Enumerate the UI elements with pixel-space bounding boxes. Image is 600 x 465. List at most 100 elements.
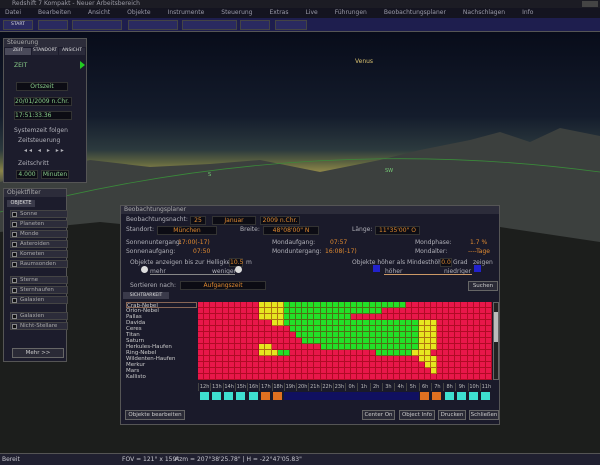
center-on-button[interactable]: Center On — [362, 410, 395, 420]
checkbox[interactable] — [12, 212, 17, 217]
filter-3[interactable]: Asteroiden — [10, 240, 68, 248]
checkbox[interactable] — [12, 324, 17, 329]
hoehe-field[interactable]: 0.0 — [440, 258, 452, 267]
year-select[interactable]: 2009 n.Chr. — [260, 216, 300, 225]
mu-value: 16:08(-17) — [325, 248, 357, 255]
menu-item-5[interactable]: Steuerung — [221, 9, 252, 16]
status-fov: FOV = 121° x 159° — [122, 456, 180, 463]
tab-ansicht[interactable]: ANSICHT — [59, 48, 85, 55]
breite-field[interactable]: 48°08'00" N — [263, 226, 319, 235]
filter-4[interactable]: Kometen — [10, 250, 68, 258]
menu-item-11[interactable]: Info — [522, 9, 533, 16]
checkbox[interactable] — [12, 242, 17, 247]
menu-bar: Datei Bearbeiten Ansicht Objekte Instrumente… — [0, 8, 600, 18]
filter-10[interactable]: Nicht-Stellare — [10, 322, 68, 330]
filter-2[interactable]: Monde — [10, 230, 68, 238]
view-buttons[interactable] — [72, 20, 122, 30]
planer-title: Beobachtungsplaner — [121, 206, 499, 214]
drucken-button[interactable]: Drucken — [438, 410, 466, 420]
filter-9[interactable]: Galaxien — [10, 312, 68, 320]
menu-item-6[interactable]: Extras — [270, 9, 289, 16]
objektfilter-panel: Objektfilter OBJEKTE Mehr >> Sonne Planet… — [3, 188, 68, 362]
hoehe-slider[interactable] — [384, 274, 472, 275]
tab-zeit[interactable]: ZEIT — [5, 48, 31, 55]
tab-objekte[interactable]: OBJEKTE — [7, 200, 35, 207]
checkbox[interactable] — [12, 232, 17, 237]
tab-sichtbarkeit[interactable]: SICHTBARKEIT — [123, 292, 169, 299]
objektfilter-title: Objektfilter — [4, 189, 66, 197]
sky-state-twilight — [273, 392, 282, 400]
sky-state-twilight — [420, 392, 429, 400]
filter-7[interactable]: Sternhaufen — [10, 286, 68, 294]
menu-item-9[interactable]: Beobachtungsplaner — [384, 9, 446, 16]
tool-buttons[interactable] — [182, 20, 237, 30]
filter-6[interactable]: Sterne — [10, 276, 68, 284]
hour-label: 13h — [210, 383, 222, 391]
niedriger-icon[interactable] — [474, 265, 481, 272]
scrollbar-thumb[interactable] — [494, 312, 498, 342]
visibility-cell — [485, 374, 492, 380]
extra-buttons[interactable] — [275, 20, 307, 30]
hour-label: 9h — [455, 383, 467, 391]
laenge-field[interactable]: 11°35'00" O — [375, 226, 420, 235]
hour-label: 20h — [296, 383, 308, 391]
start-button[interactable]: START — [3, 20, 33, 30]
date-field[interactable]: 20/01/2009 n.Chr. — [14, 97, 72, 106]
sky-state-night — [308, 392, 321, 400]
zeitsteuerung-label: Zeitsteuerung — [18, 137, 61, 144]
filter-5[interactable]: Raumsonden — [10, 260, 68, 268]
menu-item-2[interactable]: Ansicht — [88, 9, 110, 16]
hoeher-icon[interactable] — [373, 265, 380, 272]
menu-item-3[interactable]: Objekte — [127, 9, 150, 16]
month-select[interactable]: Januar — [212, 216, 256, 225]
checkbox[interactable] — [12, 252, 17, 257]
helligkeit-slider[interactable] — [150, 274, 235, 275]
menu-item-8[interactable]: Führungen — [335, 9, 367, 16]
mehr-knob[interactable] — [141, 266, 148, 273]
checkbox[interactable] — [12, 288, 17, 293]
step-field[interactable]: 4.000 — [16, 170, 38, 179]
checkbox[interactable] — [12, 314, 17, 319]
systemzeit-checkbox[interactable]: Systemzeit folgen — [14, 127, 68, 134]
object-row-label[interactable]: Kallisto — [126, 374, 197, 380]
checkbox[interactable] — [12, 298, 17, 303]
checkbox[interactable] — [12, 262, 17, 267]
sort-select[interactable]: Aufgangszeit — [180, 281, 266, 290]
checkbox[interactable] — [12, 222, 17, 227]
search-button[interactable]: Suchen — [468, 281, 498, 291]
nav-buttons[interactable] — [38, 20, 68, 30]
time-field[interactable]: 17:51:33.36 — [14, 111, 72, 120]
display-buttons[interactable] — [128, 20, 178, 30]
weniger-knob[interactable] — [235, 266, 242, 273]
schliessen-button[interactable]: Schließen — [469, 410, 499, 420]
filter-8[interactable]: Galaxien — [10, 296, 68, 304]
unit-select[interactable]: Minuten — [41, 170, 69, 179]
window-controls[interactable] — [582, 1, 598, 7]
menu-item-7[interactable]: Live — [305, 9, 317, 16]
hour-label: 23h — [332, 383, 345, 391]
mode-buttons[interactable] — [240, 20, 270, 30]
more-button[interactable]: Mehr >> — [12, 348, 64, 358]
object-info-button[interactable]: Object Info — [399, 410, 435, 420]
tab-standort[interactable]: STANDORT — [32, 48, 58, 55]
mal-value: ----Tage — [468, 248, 490, 255]
menu-item-1[interactable]: Bearbeiten — [38, 9, 71, 16]
checkbox[interactable] — [12, 278, 17, 283]
hour-label: 6h — [418, 383, 431, 391]
sa-value: 07:50 — [193, 248, 211, 255]
filter-0[interactable]: Sonne — [10, 210, 68, 218]
menu-item-4[interactable]: Instrumente — [168, 9, 205, 16]
day-select[interactable]: 25 — [190, 216, 206, 225]
sky-state-night — [357, 392, 370, 400]
standort-field[interactable]: München — [157, 226, 217, 235]
timezone-select[interactable]: Ortszeit — [16, 82, 68, 91]
filter-1[interactable]: Planeten — [10, 220, 68, 228]
menu-item-10[interactable]: Nachschlagen — [463, 9, 505, 16]
play-icon[interactable] — [80, 61, 85, 69]
objekte-bearbeiten-button[interactable]: Objekte bearbeiten — [125, 410, 185, 420]
time-control-icons[interactable]: ◂◂ ◂ ▸ ▸▸ — [24, 147, 66, 154]
filter-label: Kometen — [20, 251, 45, 257]
menu-item-0[interactable]: Datei — [5, 9, 21, 16]
hour-label: 12h — [198, 383, 210, 391]
venus-label[interactable]: Venus — [355, 58, 373, 65]
